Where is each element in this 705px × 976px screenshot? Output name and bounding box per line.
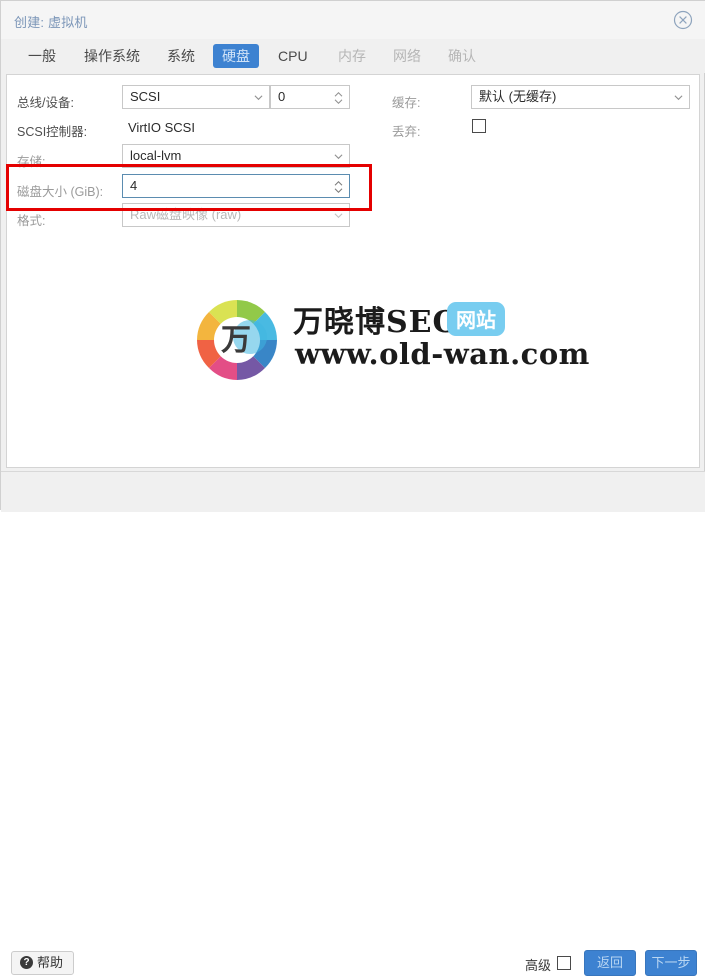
- dialog-footer: ? 帮助 高级 返回 下一步: [1, 471, 705, 976]
- tab-network: 网络: [393, 48, 421, 64]
- bus-device-number-value: 0: [278, 89, 286, 104]
- bus-device-label: 总线/设备:: [17, 96, 74, 110]
- tab-hard-disk[interactable]: 硬盘: [213, 44, 259, 68]
- cache-label: 缓存:: [392, 96, 421, 110]
- chevron-down-icon: [334, 154, 343, 160]
- storage-select[interactable]: local-lvm: [122, 144, 350, 168]
- scsi-controller-value: VirtIO SCSI: [128, 120, 195, 135]
- bus-device-value: SCSI: [130, 89, 161, 104]
- close-icon[interactable]: [672, 9, 694, 31]
- watermark-brand: 万晓博SEO: [293, 305, 460, 340]
- watermark-badge: 网站: [447, 302, 505, 336]
- svg-text:万: 万: [221, 323, 251, 358]
- disk-size-input[interactable]: 4: [122, 174, 350, 198]
- back-button[interactable]: 返回: [584, 950, 636, 976]
- advanced-label: 高级: [524, 958, 551, 973]
- hard-disk-form-panel: 总线/设备: SCSI 0 缓存: 默认 (无缓存) SCSI控制器: Virt…: [6, 74, 700, 468]
- bus-device-select[interactable]: SCSI: [122, 85, 270, 109]
- storage-value: local-lvm: [130, 148, 182, 163]
- discard-label: 丢弃:: [392, 125, 421, 139]
- watermark-logo-icon: 万: [197, 300, 277, 380]
- tab-confirm: 确认: [448, 48, 476, 64]
- dialog-titlebar: 创建: 虚拟机: [1, 1, 705, 39]
- watermark-overlay: 万 万晓博SEO 网站 www.old-wan.com: [185, 295, 589, 385]
- next-button[interactable]: 下一步: [645, 950, 697, 976]
- bus-device-number-input[interactable]: 0: [270, 85, 350, 109]
- format-value: Raw磁盘映像 (raw): [130, 207, 242, 222]
- tab-cpu[interactable]: CPU: [269, 44, 317, 68]
- tab-general[interactable]: 一般: [19, 44, 65, 68]
- help-button[interactable]: ? 帮助: [11, 951, 75, 975]
- question-mark-icon: ?: [20, 956, 33, 970]
- cache-value: 默认 (无缓存): [479, 89, 557, 104]
- chevron-down-icon: [254, 95, 263, 101]
- cache-select[interactable]: 默认 (无缓存): [471, 85, 690, 109]
- chevron-down-icon: [334, 213, 343, 219]
- format-label: 格式:: [17, 214, 46, 228]
- scsi-controller-label: SCSI控制器:: [17, 125, 88, 139]
- tab-system[interactable]: 系统: [158, 44, 204, 68]
- wizard-tabs: 一般 操作系统 系统 硬盘 CPU 内存 网络 确认: [1, 39, 705, 73]
- spinner-icon[interactable]: [334, 180, 343, 194]
- tab-os[interactable]: 操作系统: [75, 44, 149, 68]
- chevron-down-icon: [674, 95, 683, 101]
- storage-label: 存储:: [17, 155, 46, 169]
- disk-size-value: 4: [130, 178, 138, 193]
- spinner-icon[interactable]: [334, 91, 343, 105]
- watermark-url: www.old-wan.com: [295, 337, 590, 371]
- advanced-checkbox[interactable]: [557, 956, 571, 970]
- create-vm-dialog: 创建: 虚拟机 一般 操作系统 系统 硬盘 CPU 内存 网络 确认 总线/设备…: [0, 0, 705, 976]
- help-button-label: 帮助: [37, 955, 64, 970]
- discard-checkbox[interactable]: [472, 119, 486, 133]
- dialog-title: 创建: 虚拟机: [14, 15, 88, 30]
- disk-size-label: 磁盘大小 (GiB):: [17, 185, 104, 199]
- format-select[interactable]: Raw磁盘映像 (raw): [122, 203, 350, 227]
- tab-memory: 内存: [338, 48, 366, 64]
